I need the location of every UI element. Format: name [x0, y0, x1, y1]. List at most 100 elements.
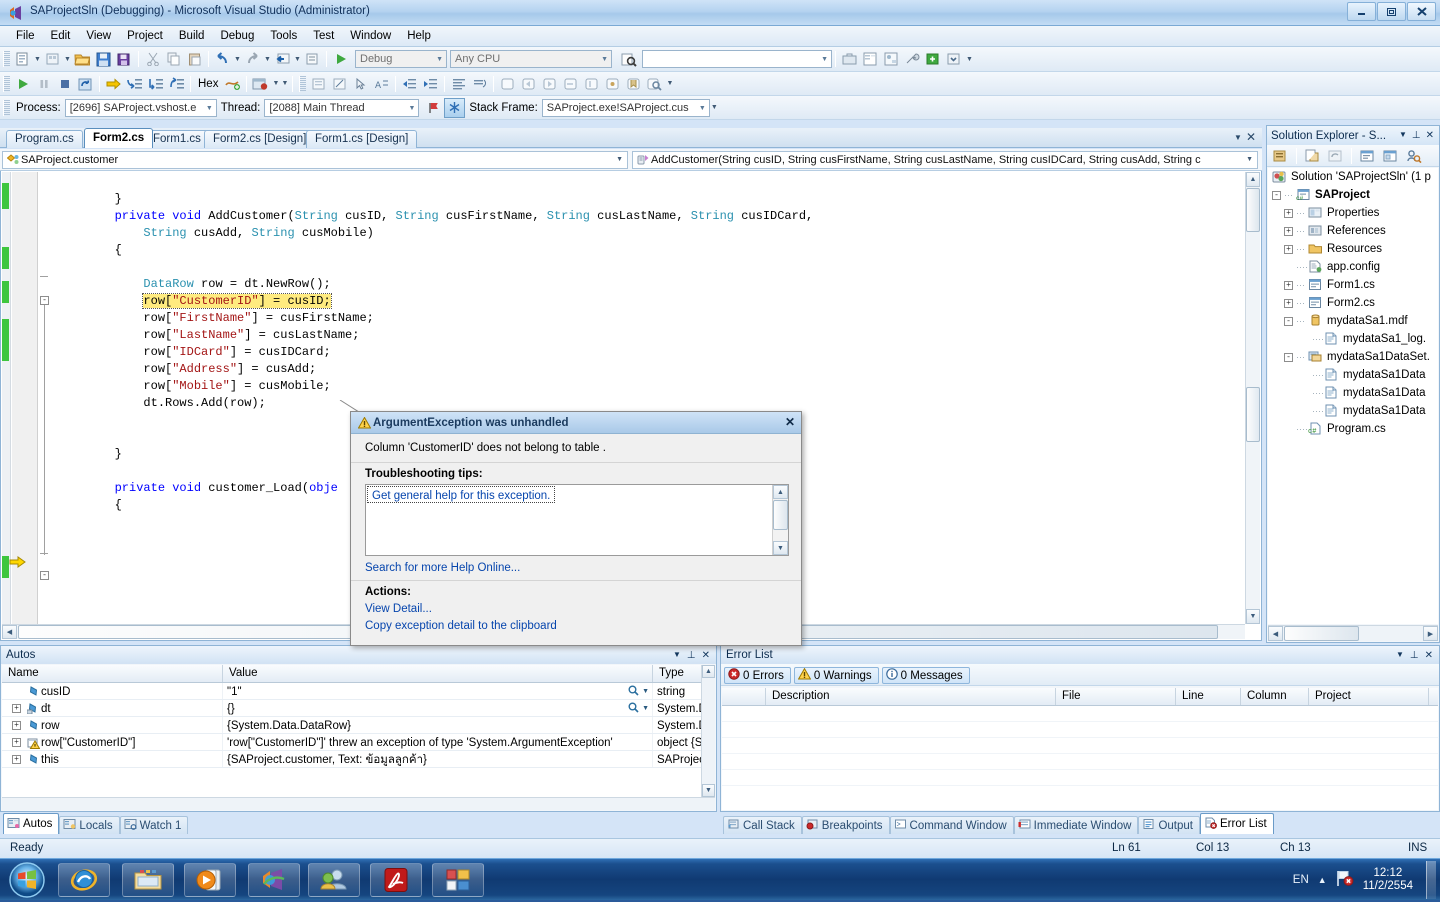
panel-menu-icon[interactable]: ▼ [1396, 650, 1404, 661]
find-combo[interactable]: ▼ [642, 50, 832, 68]
fold-marker[interactable]: - [40, 296, 49, 305]
properties-icon[interactable] [1270, 146, 1291, 166]
tab-program-cs[interactable]: Program.cs [6, 130, 83, 148]
tree-item-references[interactable]: + ··· References [1268, 222, 1438, 240]
tab-form2-cs-design[interactable]: Form2.cs [Design] [204, 130, 316, 148]
auto-hide-pin-icon[interactable]: ⊥ [1412, 130, 1421, 141]
tab-autos[interactable]: Autos [3, 813, 60, 834]
save-icon[interactable] [93, 49, 114, 69]
cut-icon[interactable] [142, 49, 163, 69]
autos-grid[interactable]: Name Value Type cusID "1" ▼ string + dt … [2, 665, 715, 797]
column-header-description[interactable]: Description [766, 688, 1056, 705]
magnifier-icon[interactable] [628, 685, 639, 699]
menu-item-debug[interactable]: Debug [212, 28, 262, 44]
panel-menu-icon[interactable]: ▼ [673, 650, 681, 661]
tab-immediate-window[interactable]: Immediate Window [1013, 816, 1139, 834]
column-header-name[interactable]: Name [2, 665, 223, 682]
autos-horizontal-scrollbar[interactable] [2, 797, 715, 810]
decrease-indent-icon[interactable] [399, 74, 420, 94]
paste-icon[interactable] [184, 49, 205, 69]
table-row[interactable]: + dt {} ▼ System.D [2, 700, 715, 717]
tab-form1-cs[interactable]: Form1.cs [144, 130, 210, 148]
properties-window-icon[interactable] [860, 49, 881, 69]
minimize-button[interactable] [1347, 2, 1376, 21]
tree-item-mydatasa1-data-1[interactable]: ···· mydataSa1Data [1268, 366, 1438, 384]
menu-item-project[interactable]: Project [119, 28, 171, 44]
column-header-value[interactable]: Value [223, 665, 653, 682]
start-button[interactable] [2, 861, 52, 899]
column-header-column[interactable]: Column [1241, 688, 1309, 705]
tree-item-form1-cs[interactable]: + ··· Form1.cs [1268, 276, 1438, 294]
exception-dialog-close-icon[interactable]: ✕ [785, 415, 795, 429]
toolbar-overflow-icon[interactable]: ▼ [710, 98, 719, 118]
toolbar-overflow-icon[interactable]: ▼ [965, 49, 974, 69]
solution-configuration-combo[interactable]: Debug ▼ [355, 50, 447, 68]
toolbar-overflow-icon[interactable]: ▼ [280, 74, 289, 94]
vertical-scroll-thumb-2[interactable] [1246, 387, 1260, 442]
tree-expander-icon[interactable]: + [1284, 298, 1293, 308]
copy-exception-detail-link[interactable]: Copy exception detail to the clipboard [365, 620, 557, 632]
taskbar-app-window[interactable] [432, 863, 484, 897]
panel-close-icon[interactable]: ✕ [1426, 130, 1434, 141]
object-browser-search-icon[interactable] [1403, 146, 1424, 166]
close-button[interactable] [1407, 2, 1436, 21]
scroll-down-icon[interactable]: ▼ [1246, 609, 1260, 624]
panel-close-icon[interactable]: ✕ [702, 650, 710, 661]
process-combo[interactable]: [2696] SAProject.vshost.e ▼ [64, 98, 217, 117]
tab-output[interactable]: Output [1138, 816, 1200, 834]
table-row[interactable]: + row {System.Data.DataRow} System.D [2, 717, 715, 734]
toolbar-grip[interactable] [3, 99, 10, 116]
copy-icon[interactable] [163, 49, 184, 69]
tree-expander-icon[interactable]: - [1272, 190, 1281, 200]
tree-item-mydatasa1-data-3[interactable]: ···· mydataSa1Data [1268, 402, 1438, 420]
toggle-bookmark-icon[interactable] [497, 74, 518, 94]
toolbox-icon[interactable] [839, 49, 860, 69]
panel-menu-icon[interactable]: ▼ [1399, 130, 1407, 141]
menu-item-view[interactable]: View [78, 28, 119, 44]
wrench-icon[interactable] [902, 49, 923, 69]
scroll-right-icon[interactable]: ▶ [1423, 626, 1438, 641]
scroll-down-icon[interactable]: ▼ [702, 784, 715, 797]
new-project-icon[interactable] [12, 49, 33, 69]
save-all-icon[interactable] [114, 49, 135, 69]
view-code-icon[interactable] [1357, 146, 1378, 166]
row-expander-icon[interactable]: + [12, 721, 21, 730]
magnifier-icon[interactable] [628, 702, 639, 716]
uncomment-lines-icon[interactable] [329, 74, 350, 94]
menu-item-edit[interactable]: Edit [43, 28, 79, 44]
debug-windows-icon[interactable] [250, 74, 271, 94]
exception-assistant-dialog[interactable]: ArgumentException was unhandled ✕ Column… [350, 411, 802, 646]
restore-button[interactable] [1377, 2, 1406, 21]
view-detail-link[interactable]: View Detail... [365, 603, 432, 615]
navigate-forward-icon[interactable] [302, 49, 323, 69]
autos-vertical-scrollbar[interactable]: ▲ ▼ [701, 665, 715, 797]
menu-item-tools[interactable]: Tools [262, 28, 305, 44]
vertical-scroll-thumb[interactable] [1246, 188, 1260, 232]
tree-expander-icon[interactable]: + [1284, 226, 1293, 236]
bookmark-window-icon[interactable] [623, 74, 644, 94]
step-into-icon[interactable] [124, 74, 145, 94]
comment-lines-icon[interactable] [308, 74, 329, 94]
tab-form2-cs[interactable]: Form2.cs [84, 128, 154, 148]
scroll-up-icon[interactable]: ▲ [1246, 172, 1260, 187]
scroll-up-icon[interactable]: ▲ [702, 665, 715, 678]
next-bookmark-folder-icon[interactable] [581, 74, 602, 94]
taskbar-visual-studio[interactable] [248, 863, 300, 897]
close-document-icon[interactable]: ✕ [1246, 130, 1260, 144]
freeze-thread-icon[interactable] [444, 97, 466, 118]
tree-item-properties[interactable]: + ··· Properties [1268, 204, 1438, 222]
open-file-icon[interactable] [72, 49, 93, 69]
tree-item-mydatasa1-data-2[interactable]: ···· mydataSa1Data [1268, 384, 1438, 402]
add-to-source-control-icon[interactable] [923, 49, 944, 69]
filter-warnings-button[interactable]: 0 Warnings [793, 667, 879, 684]
flag-icon[interactable] [423, 98, 444, 118]
solution-explorer-hscrollbar[interactable]: ◀ ▶ [1268, 625, 1438, 641]
search-help-online-link[interactable]: Search for more Help Online... [365, 562, 520, 574]
menu-item-build[interactable]: Build [171, 28, 213, 44]
table-row[interactable]: + row["CustomerID"] 'row["CustomerID"]' … [2, 734, 715, 751]
solution-platform-combo[interactable]: Any CPU ▼ [450, 50, 612, 68]
column-header-project[interactable]: Project [1309, 688, 1429, 705]
increase-indent-icon[interactable] [420, 74, 441, 94]
solution-tree[interactable]: Solution 'SAProjectSln' (1 p - ··· c# SA… [1268, 168, 1438, 624]
tree-expander-icon[interactable]: + [1284, 280, 1293, 290]
